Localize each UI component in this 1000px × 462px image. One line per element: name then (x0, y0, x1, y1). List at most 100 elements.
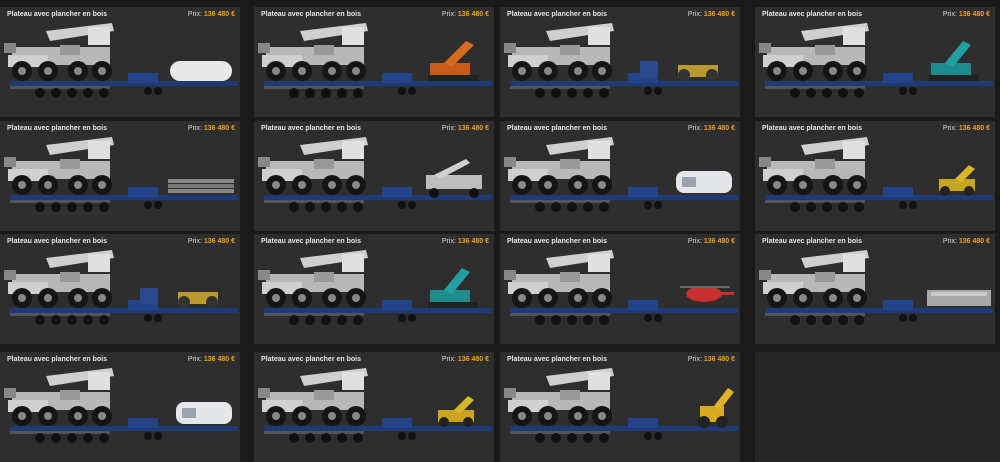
price-value: 136 480 € (958, 237, 990, 245)
price-label: Prix: (187, 124, 202, 132)
card-title: Plateau avec plancher en bois (7, 355, 107, 363)
trailer-preview (759, 23, 993, 98)
price-value: 136 480 € (703, 10, 735, 18)
card-header: Plateau avec plancher en bois Prix: 136 … (254, 7, 494, 21)
trailer-preview (258, 250, 492, 325)
price-label: Prix: (942, 237, 957, 245)
card-header: Plateau avec plancher en bois Prix: 136 … (0, 234, 240, 248)
price-label: Prix: (441, 124, 456, 132)
cargo-card[interactable]: Plateau avec plancher en bois Prix: 136 … (254, 234, 494, 344)
card-title: Plateau avec plancher en bois (261, 355, 361, 363)
card-header: Plateau avec plancher en bois Prix: 136 … (755, 234, 995, 248)
yellow-loader-icon (939, 165, 975, 196)
crane-truck-icon (504, 250, 614, 308)
cargo-card[interactable]: Plateau avec plancher en bois Prix: 136 … (0, 352, 240, 462)
price-value: 136 480 € (203, 237, 235, 245)
price-label: Prix: (942, 124, 957, 132)
crane-truck-icon (504, 137, 614, 195)
backhoe-icon (698, 388, 734, 428)
trailer-preview (504, 368, 738, 443)
crane-truck-icon (759, 23, 869, 81)
cargo-card[interactable]: Plateau avec plancher en bois Prix: 136 … (755, 7, 995, 117)
helicopter-icon (680, 286, 734, 302)
price-label: Prix: (687, 355, 702, 363)
price-value: 136 480 € (703, 355, 735, 363)
cargo-card[interactable]: Plateau avec plancher en bois Prix: 136 … (755, 234, 995, 344)
card-title: Plateau avec plancher en bois (261, 124, 361, 132)
crane-truck-icon (4, 23, 114, 81)
card-title: Plateau avec plancher en bois (7, 10, 107, 18)
trailer-preview (4, 250, 238, 325)
card-title: Plateau avec plancher en bois (507, 10, 607, 18)
card-price: Prix: 136 480 € (188, 356, 235, 363)
card-price: Prix: 136 480 € (943, 11, 990, 18)
cargo-card[interactable]: Plateau avec plancher en bois Prix: 136 … (500, 352, 740, 462)
card-title: Plateau avec plancher en bois (762, 10, 862, 18)
trailer-preview (504, 250, 738, 325)
crane-truck-icon (759, 137, 869, 195)
cargo-card[interactable]: Plateau avec plancher en bois Prix: 136 … (755, 121, 995, 231)
price-value: 136 480 € (958, 10, 990, 18)
card-header: Plateau avec plancher en bois Prix: 136 … (254, 121, 494, 135)
card-header: Plateau avec plancher en bois Prix: 136 … (0, 121, 240, 135)
white-machine-icon (676, 171, 732, 193)
trailer-preview (4, 23, 238, 98)
trailer-preview (4, 137, 238, 212)
card-price: Prix: 136 480 € (442, 125, 489, 132)
trailer-preview (759, 137, 993, 212)
price-value: 136 480 € (457, 355, 489, 363)
card-header: Plateau avec plancher en bois Prix: 136 … (500, 121, 740, 135)
card-price: Prix: 136 480 € (688, 11, 735, 18)
card-title: Plateau avec plancher en bois (762, 124, 862, 132)
card-title: Plateau avec plancher en bois (507, 237, 607, 245)
price-label: Prix: (441, 10, 456, 18)
price-label: Prix: (942, 10, 957, 18)
crane-truck-icon (258, 23, 368, 81)
card-price: Prix: 136 480 € (442, 238, 489, 245)
trailer-preview (4, 368, 238, 443)
card-header: Plateau avec plancher en bois Prix: 136 … (0, 352, 240, 366)
crane-truck-icon (258, 250, 368, 308)
empty-slot (755, 352, 1000, 462)
excavator-orange-icon (428, 41, 478, 81)
excavator-teal-icon (428, 268, 478, 308)
card-title: Plateau avec plancher en bois (7, 124, 107, 132)
card-title: Plateau avec plancher en bois (261, 10, 361, 18)
card-price: Prix: 136 480 € (688, 238, 735, 245)
price-label: Prix: (441, 237, 456, 245)
cargo-card[interactable]: Plateau avec plancher en bois Prix: 136 … (500, 7, 740, 117)
cargo-card[interactable]: Plateau avec plancher en bois Prix: 136 … (0, 7, 240, 117)
price-value: 136 480 € (203, 124, 235, 132)
card-price: Prix: 136 480 € (442, 356, 489, 363)
price-label: Prix: (687, 237, 702, 245)
crane-truck-icon (4, 368, 114, 426)
price-value: 136 480 € (457, 237, 489, 245)
cargo-card[interactable]: Plateau avec plancher en bois Prix: 136 … (500, 234, 740, 344)
cargo-card[interactable]: Plateau avec plancher en bois Prix: 136 … (0, 121, 240, 231)
cargo-card[interactable]: Plateau avec plancher en bois Prix: 136 … (254, 352, 494, 462)
price-label: Prix: (187, 355, 202, 363)
price-value: 136 480 € (457, 10, 489, 18)
cargo-card[interactable]: Plateau avec plancher en bois Prix: 136 … (500, 121, 740, 231)
mobile-crane-icon (426, 159, 482, 198)
cargo-card[interactable]: Plateau avec plancher en bois Prix: 136 … (254, 121, 494, 231)
crane-truck-icon (258, 368, 368, 426)
card-price: Prix: 136 480 € (188, 11, 235, 18)
price-value: 136 480 € (703, 124, 735, 132)
card-header: Plateau avec plancher en bois Prix: 136 … (755, 7, 995, 21)
price-label: Prix: (441, 355, 456, 363)
tank-icon (170, 61, 232, 81)
card-title: Plateau avec plancher en bois (7, 237, 107, 245)
card-price: Prix: 136 480 € (442, 11, 489, 18)
card-title: Plateau avec plancher en bois (507, 124, 607, 132)
price-value: 136 480 € (457, 124, 489, 132)
cargo-card[interactable]: Plateau avec plancher en bois Prix: 136 … (254, 7, 494, 117)
card-header: Plateau avec plancher en bois Prix: 136 … (755, 121, 995, 135)
cargo-card[interactable]: Plateau avec plancher en bois Prix: 136 … (0, 234, 240, 344)
trailer-preview (759, 250, 993, 325)
card-title: Plateau avec plancher en bois (507, 355, 607, 363)
price-label: Prix: (187, 237, 202, 245)
trailer-preview (504, 137, 738, 212)
card-header: Plateau avec plancher en bois Prix: 136 … (0, 7, 240, 21)
card-header: Plateau avec plancher en bois Prix: 136 … (254, 352, 494, 366)
